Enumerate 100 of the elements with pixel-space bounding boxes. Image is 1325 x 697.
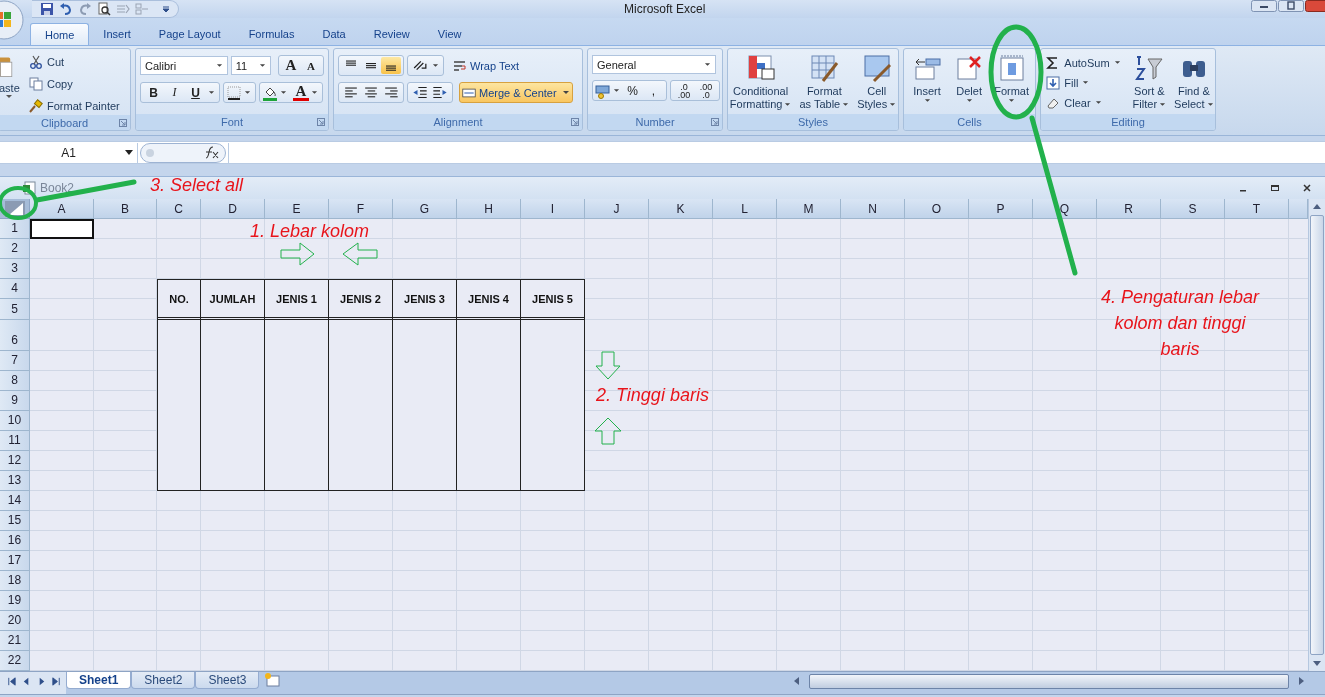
insert-function-icon[interactable] xyxy=(140,142,226,163)
row-header[interactable]: 19 xyxy=(0,591,30,611)
minimize-icon[interactable] xyxy=(1251,0,1277,12)
column-header[interactable]: S xyxy=(1161,199,1225,219)
row-header[interactable]: 20 xyxy=(0,611,30,631)
column-header[interactable]: I xyxy=(521,199,585,219)
column-header[interactable]: D xyxy=(201,199,265,219)
vertical-scrollbar[interactable] xyxy=(1308,199,1325,671)
row-header[interactable]: 18 xyxy=(0,571,30,591)
column-header[interactable]: R xyxy=(1097,199,1161,219)
editing-command[interactable]: Clear xyxy=(1046,93,1121,112)
grow-font-button[interactable]: A xyxy=(281,57,301,74)
row-header[interactable]: 9 xyxy=(0,391,30,411)
styles-button[interactable]: Conditional Formatting xyxy=(728,53,794,114)
decrease-indent-icon[interactable] xyxy=(410,84,430,101)
column-header[interactable]: A xyxy=(30,199,94,219)
row-header[interactable]: 10 xyxy=(0,411,30,431)
ribbon-tab[interactable]: Home xyxy=(30,23,90,45)
editing-button[interactable]: Find & Select xyxy=(1172,53,1215,114)
column-header[interactable]: H xyxy=(457,199,521,219)
column-header[interactable]: L xyxy=(713,199,777,219)
column-header[interactable]: T xyxy=(1225,199,1289,219)
row-header[interactable]: 12 xyxy=(0,451,30,471)
column-header[interactable]: P xyxy=(969,199,1033,219)
name-box[interactable]: A1 xyxy=(0,142,138,163)
underline-button[interactable]: U xyxy=(185,83,206,102)
row-header[interactable]: 21 xyxy=(0,631,30,651)
column-header[interactable]: B xyxy=(94,199,157,219)
caret-icon[interactable] xyxy=(244,90,251,95)
styles-button[interactable]: Cell Styles xyxy=(855,53,898,114)
scrollbar-thumb[interactable] xyxy=(1310,215,1324,655)
ribbon-tab[interactable]: Data xyxy=(308,23,360,45)
currency-icon[interactable] xyxy=(595,82,611,99)
ribbon-tab[interactable]: Review xyxy=(359,23,424,45)
row-header[interactable]: 13 xyxy=(0,471,30,491)
scrollbar-thumb[interactable] xyxy=(809,673,1289,689)
editing-command[interactable]: Fill xyxy=(1046,73,1121,92)
row-header[interactable]: 16 xyxy=(0,531,30,551)
increase-indent-icon[interactable] xyxy=(430,84,450,101)
dialog-launcher-icon[interactable] xyxy=(571,118,579,126)
decrease-decimal-button[interactable]: .00 .0 xyxy=(695,82,717,99)
number-format-dropdown[interactable]: General xyxy=(592,55,716,74)
editing-button[interactable]: Sort & Filter xyxy=(1130,53,1169,114)
clipboard-command[interactable]: Copy xyxy=(29,74,120,93)
clipboard-command[interactable]: Format Painter xyxy=(29,96,120,115)
caret-icon[interactable] xyxy=(208,90,215,95)
undo-icon[interactable] xyxy=(59,2,73,16)
row-header[interactable]: 5 xyxy=(0,299,30,320)
ribbon-tab[interactable]: Insert xyxy=(89,23,145,45)
ribbon-tab[interactable]: View xyxy=(423,23,476,45)
close-icon[interactable] xyxy=(1301,182,1313,194)
dialog-launcher-icon[interactable] xyxy=(317,118,325,126)
row-header[interactable]: 7 xyxy=(0,351,30,371)
first-sheet-icon[interactable] xyxy=(6,676,17,687)
caret-icon[interactable] xyxy=(432,63,439,68)
row-header[interactable]: 3 xyxy=(0,259,30,279)
merge-and-center-button[interactable]: Merge & Center xyxy=(459,82,573,103)
caret-icon[interactable] xyxy=(613,88,620,93)
styles-button[interactable]: Format as Table xyxy=(797,53,852,114)
clipboard-command[interactable]: Cut xyxy=(29,52,120,71)
font-color-button[interactable]: A xyxy=(293,84,309,101)
restore-icon[interactable] xyxy=(1269,182,1281,194)
bold-button[interactable]: B xyxy=(143,83,164,102)
column-header[interactable]: G xyxy=(393,199,457,219)
save-icon[interactable] xyxy=(40,2,54,16)
row-header[interactable]: 22 xyxy=(0,651,30,671)
comma-button[interactable]: , xyxy=(643,81,664,100)
row-header[interactable]: 6 xyxy=(0,320,30,351)
sheet-tab[interactable]: Sheet1 xyxy=(66,672,132,689)
caret-icon[interactable] xyxy=(311,90,318,95)
last-sheet-icon[interactable] xyxy=(51,676,62,687)
font-size-dropdown[interactable]: 11 xyxy=(230,56,271,75)
borders-icon[interactable] xyxy=(226,84,242,101)
column-header[interactable]: C xyxy=(157,199,201,219)
ribbon-tab[interactable]: Formulas xyxy=(234,23,309,45)
column-header[interactable]: K xyxy=(649,199,713,219)
row-header[interactable]: 1 xyxy=(0,219,30,239)
cells-button[interactable]: Delet xyxy=(950,53,989,114)
font-family-dropdown[interactable]: Calibri xyxy=(140,56,228,75)
column-header[interactable]: M xyxy=(777,199,841,219)
row-header[interactable]: 4 xyxy=(0,279,30,299)
column-header[interactable]: J xyxy=(585,199,649,219)
align-bottom-icon[interactable] xyxy=(381,57,401,74)
row-header[interactable]: 15 xyxy=(0,511,30,531)
row-header[interactable]: 17 xyxy=(0,551,30,571)
caret-icon[interactable] xyxy=(280,90,287,95)
sheet-tab[interactable]: Sheet3 xyxy=(195,672,260,689)
paste-button[interactable]: aste xyxy=(0,52,25,115)
active-cell[interactable] xyxy=(30,219,94,239)
percent-button[interactable]: % xyxy=(622,81,643,100)
ribbon-tab[interactable]: Page Layout xyxy=(144,23,235,45)
sheet-tab[interactable]: Sheet2 xyxy=(131,672,196,689)
column-header[interactable]: N xyxy=(841,199,905,219)
italic-button[interactable]: I xyxy=(164,83,185,102)
customize-caret-icon[interactable] xyxy=(162,5,170,13)
column-header[interactable]: O xyxy=(905,199,969,219)
cells-button[interactable]: Insert xyxy=(908,53,947,114)
wrap-text-button[interactable]: Wrap Text xyxy=(450,55,523,76)
column-header[interactable]: Q xyxy=(1033,199,1097,219)
row-header[interactable]: 2 xyxy=(0,239,30,259)
